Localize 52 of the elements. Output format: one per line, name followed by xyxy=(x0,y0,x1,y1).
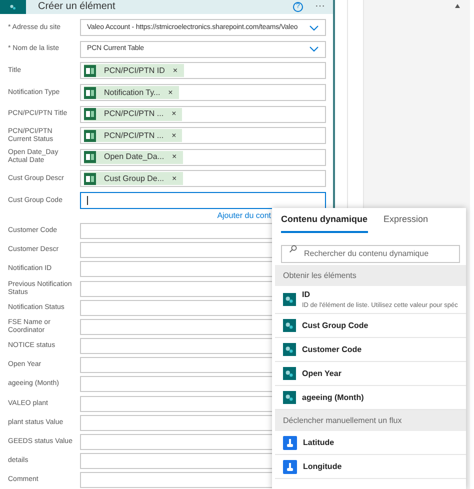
spreadsheet-icon xyxy=(84,130,96,142)
token-chip[interactable]: Open Date_Da... × xyxy=(84,150,183,164)
chevron-down-icon xyxy=(309,24,319,31)
search-field[interactable]: Rechercher du contenu dynamique xyxy=(281,244,460,262)
section-header: Déclencher manuellement un flux xyxy=(275,410,466,431)
dynamic-content-item[interactable]: Cust Group Code xyxy=(275,314,466,338)
token-chip[interactable]: Notification Ty... × xyxy=(84,86,179,100)
sharepoint-icon xyxy=(8,2,18,12)
input-field[interactable]: Open Date_Da... × xyxy=(80,148,326,166)
input-field[interactable]: PCN/PCI/PTN ... × xyxy=(80,127,326,144)
sharepoint-icon xyxy=(283,293,296,306)
spreadsheet-icon xyxy=(84,108,96,120)
dynamic-content-item[interactable]: Open Year xyxy=(275,362,466,386)
input-field[interactable]: Cust Group De... × xyxy=(80,170,326,188)
input-field[interactable] xyxy=(80,192,326,210)
dynamic-content-item[interactable]: Customer Code xyxy=(275,338,466,362)
add-dynamic-content-link[interactable]: Ajouter du cont xyxy=(217,210,271,222)
spreadsheet-icon xyxy=(84,172,96,185)
item-title: ageeing (Month) xyxy=(302,392,364,404)
dynamic-content-item[interactable]: Longitude xyxy=(275,455,466,479)
touch-icon xyxy=(283,436,297,450)
item-title: Customer Code xyxy=(302,344,362,356)
dynamic-content-item[interactable]: Latitude xyxy=(275,431,466,455)
sharepoint-icon xyxy=(283,391,296,404)
more-button[interactable]: ⋯ xyxy=(315,1,325,13)
spreadsheet-icon xyxy=(84,86,96,99)
token-chip[interactable]: PCN/PCI/PTN ... × xyxy=(84,108,182,121)
token-chip[interactable]: Cust Group De... × xyxy=(84,172,183,186)
sharepoint-icon xyxy=(283,367,296,380)
item-title: Open Year xyxy=(302,368,342,380)
item-title: Latitude xyxy=(303,436,334,448)
item-title: Longitude xyxy=(303,460,342,472)
text-cursor xyxy=(87,196,88,206)
search-icon xyxy=(289,245,297,253)
item-title: ID xyxy=(302,288,311,301)
token-chip[interactable]: PCN/PCI/PTN ... × xyxy=(84,129,182,142)
spreadsheet-icon xyxy=(84,151,96,164)
scroll-up-icon[interactable] xyxy=(455,4,460,8)
token-chip[interactable]: PCN/PCI/PTN ID × xyxy=(84,64,184,78)
input-field[interactable]: PCN/PCI/PTN ... × xyxy=(80,106,326,123)
spreadsheet-icon xyxy=(84,64,96,77)
sharepoint-icon xyxy=(283,343,296,356)
input-field[interactable]: Notification Ty... × xyxy=(80,84,326,102)
item-title: Cust Group Code xyxy=(302,320,368,332)
touch-icon xyxy=(283,460,297,474)
sharepoint-icon xyxy=(283,319,296,332)
card-title: Créer un élément xyxy=(38,1,116,13)
input-field[interactable]: PCN/PCI/PTN ID × xyxy=(80,62,326,80)
section-header: Obtenir les éléments xyxy=(275,265,466,286)
tab[interactable]: Expression xyxy=(384,212,428,233)
chevron-down-icon xyxy=(309,46,319,52)
tab[interactable]: Contenu dynamique xyxy=(281,212,368,233)
